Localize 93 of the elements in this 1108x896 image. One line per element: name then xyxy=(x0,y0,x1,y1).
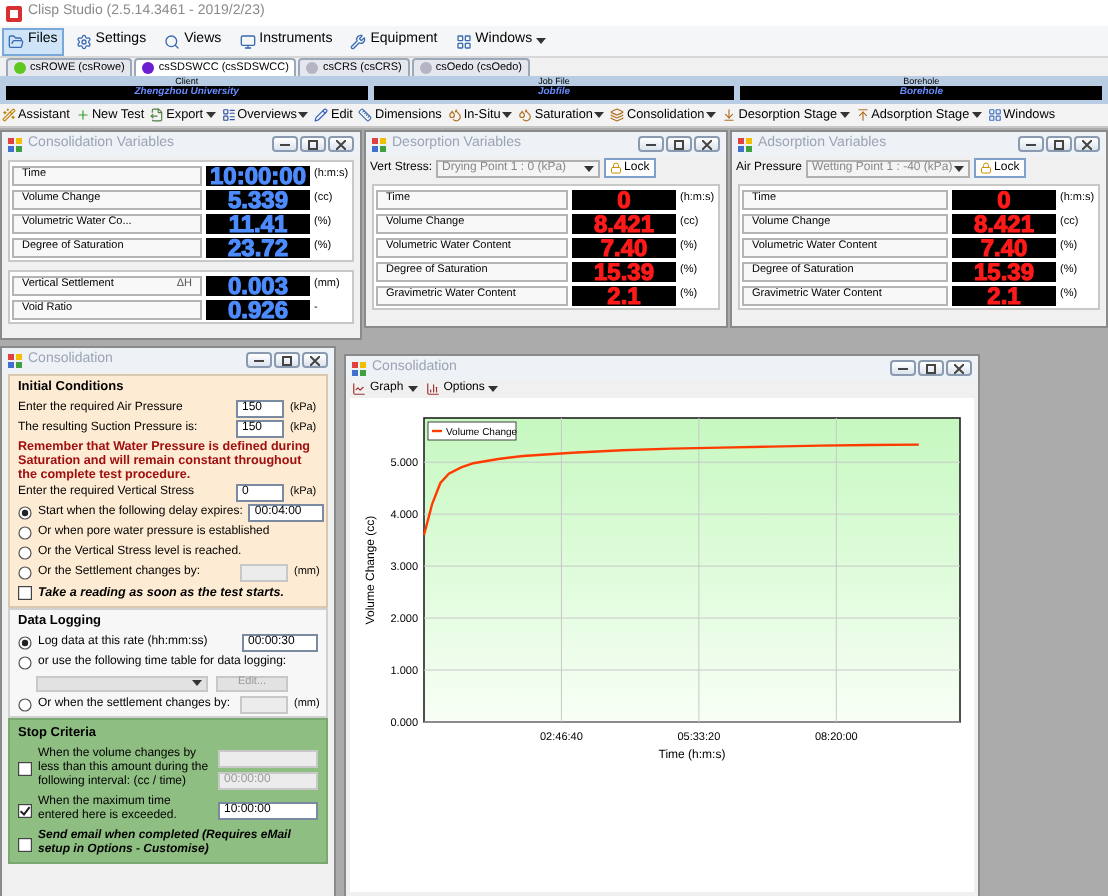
value-text: 15.39 xyxy=(973,259,1035,283)
minimize-button[interactable] xyxy=(272,136,298,152)
value-text: 10:00:00 xyxy=(209,163,307,187)
arrow-up-icon xyxy=(855,107,870,122)
maximize-button[interactable] xyxy=(666,136,692,152)
value-text: 2.1 xyxy=(607,283,641,307)
wrench-icon xyxy=(350,33,367,49)
chart-icon xyxy=(425,382,440,396)
checkbox[interactable] xyxy=(18,762,32,777)
value-text: 0.926 xyxy=(227,297,289,321)
caret-icon xyxy=(407,386,418,392)
app-icon xyxy=(8,137,22,151)
plus-icon xyxy=(75,107,90,122)
maximize-icon xyxy=(1054,139,1064,149)
maximize-button[interactable] xyxy=(918,360,944,376)
value-text: 0.003 xyxy=(227,273,289,297)
ruler-icon xyxy=(358,107,373,122)
minimize-button[interactable] xyxy=(246,352,272,368)
close-icon xyxy=(1082,139,1092,149)
caret-icon xyxy=(192,680,202,686)
minimize-icon xyxy=(254,358,264,362)
minimize-button[interactable] xyxy=(1018,136,1044,152)
maximize-button[interactable] xyxy=(300,136,326,152)
maximize-icon xyxy=(308,139,318,149)
maximize-button[interactable] xyxy=(274,352,300,368)
value-text: 0 xyxy=(997,187,1011,211)
value-text: 23.72 xyxy=(227,235,289,259)
value-text: 7.40 xyxy=(980,235,1028,259)
maximize-icon xyxy=(674,139,684,149)
app-logo-icon xyxy=(6,5,22,21)
minimize-button[interactable] xyxy=(890,360,916,376)
close-button[interactable] xyxy=(302,352,328,368)
checkbox[interactable] xyxy=(18,586,32,601)
minimize-icon xyxy=(898,366,908,370)
app-icon xyxy=(352,361,366,375)
app-icon xyxy=(738,137,752,151)
folder-icon xyxy=(8,33,24,49)
caret-icon xyxy=(488,386,499,392)
radio-button[interactable] xyxy=(18,697,32,711)
radio-button[interactable] xyxy=(18,545,32,560)
input-field[interactable] xyxy=(240,695,288,713)
caret-icon xyxy=(584,165,595,171)
radio-button[interactable] xyxy=(18,635,32,649)
app-icon xyxy=(372,137,386,151)
minimize-icon xyxy=(646,142,656,146)
close-icon xyxy=(702,139,712,149)
droplets-icon xyxy=(447,107,462,122)
lock-icon xyxy=(980,162,993,174)
pencil-icon xyxy=(314,107,329,122)
close-icon xyxy=(310,355,320,365)
value-text: 5.339 xyxy=(227,187,289,211)
close-button[interactable] xyxy=(1074,136,1100,152)
maximize-button[interactable] xyxy=(1046,136,1072,152)
droplets-icon xyxy=(518,107,533,122)
value-text: 2.1 xyxy=(987,283,1021,307)
layers-icon xyxy=(610,107,625,122)
value-text: 8.421 xyxy=(973,211,1035,235)
input-field[interactable] xyxy=(240,563,288,582)
value-text: 8.421 xyxy=(593,211,655,235)
minimize-button[interactable] xyxy=(638,136,664,152)
maximize-icon xyxy=(926,363,936,373)
close-icon xyxy=(954,363,964,373)
export-icon xyxy=(150,107,165,122)
chart-icon xyxy=(352,382,366,396)
close-button[interactable] xyxy=(946,360,972,376)
maximize-icon xyxy=(282,355,292,365)
close-icon xyxy=(336,139,346,149)
list-icon xyxy=(221,107,236,122)
radio-button[interactable] xyxy=(18,505,32,520)
grid-icon xyxy=(455,33,472,49)
value-text: 11.41 xyxy=(228,211,288,235)
monitor-icon xyxy=(239,33,256,49)
radio-button[interactable] xyxy=(18,565,32,580)
settings-icon xyxy=(75,33,92,49)
value-text: 7.40 xyxy=(600,235,648,259)
value-text: 0 xyxy=(617,187,631,211)
app-icon xyxy=(8,353,22,367)
value-text: 15.39 xyxy=(593,259,655,283)
checkbox[interactable] xyxy=(18,803,32,818)
close-button[interactable] xyxy=(328,136,354,152)
close-button[interactable] xyxy=(694,136,720,152)
caret-icon xyxy=(954,165,965,171)
radio-button[interactable] xyxy=(18,655,32,669)
wand-icon xyxy=(2,107,16,122)
lock-icon xyxy=(610,162,623,174)
search-icon xyxy=(164,33,181,49)
minimize-icon xyxy=(280,142,290,146)
checkbox[interactable] xyxy=(18,837,32,852)
grid-icon xyxy=(987,107,1002,122)
minimize-icon xyxy=(1026,142,1036,146)
input-field[interactable] xyxy=(218,749,318,768)
arrow-down-icon xyxy=(722,107,737,122)
radio-button[interactable] xyxy=(18,525,32,540)
